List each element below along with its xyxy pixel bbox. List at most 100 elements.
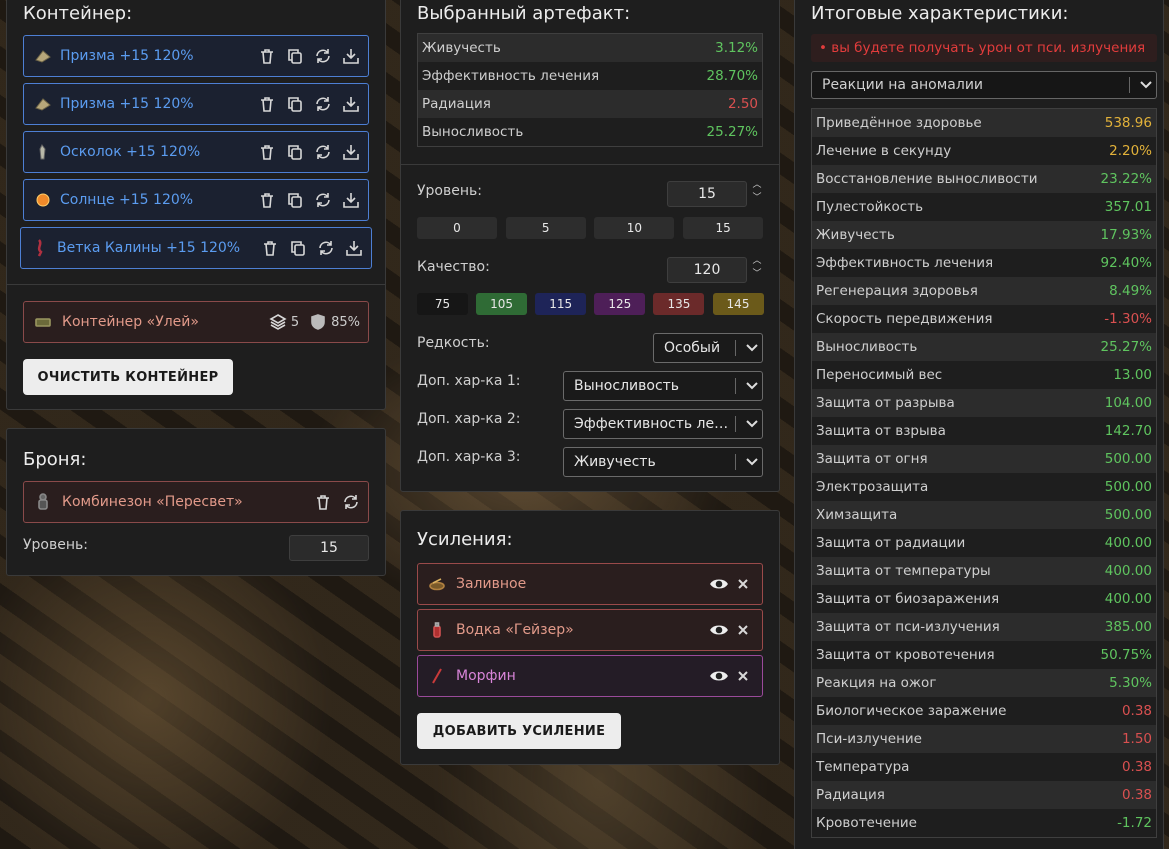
quality-label: Качество: [417,259,490,275]
artifact-slot[interactable]: Призма +15 120% [23,35,369,77]
boost-name: Водка «Гейзер» [456,622,574,638]
download-icon[interactable] [342,191,360,209]
stat-value: 0.38 [1121,787,1152,803]
close-icon[interactable] [734,621,752,639]
close-icon[interactable] [734,667,752,685]
total-stat-row: Защита от кровотечения 50.75% [812,641,1156,669]
artifact-slot[interactable]: Призма +15 120% [23,83,369,125]
rarity-select[interactable]: Особый [653,333,763,363]
stat-value: 13.00 [1113,367,1152,383]
totals-title: Итоговые характеристики: [811,3,1069,24]
artifact-slot[interactable]: Ветка Калины +15 120% [20,227,372,269]
totals-filter-value: Реакции на аномалии [822,77,984,93]
extra1-select[interactable]: Выносливость [563,371,763,401]
artifact-slot[interactable]: Солнце +15 120% [23,179,369,221]
copy-icon[interactable] [286,95,304,113]
artifact-level-input[interactable]: 15 [667,181,747,207]
eye-icon[interactable] [710,575,728,593]
download-icon[interactable] [342,47,360,65]
extra1-value: Выносливость [574,378,680,394]
artifact-slot-name: Солнце +15 120% [60,192,194,208]
trash-icon[interactable] [261,239,279,257]
eye-icon[interactable] [710,621,728,639]
download-icon[interactable] [342,95,360,113]
chevron-down-icon[interactable]: ﹀ [751,192,763,205]
quality-preset-button[interactable]: 105 [476,293,528,315]
boost-item[interactable]: Заливное [417,563,763,605]
copy-icon[interactable] [289,239,307,257]
quality-preset-button[interactable]: 135 [653,293,705,315]
armor-item[interactable]: Комбинезон «Пересвет» [23,481,369,523]
clear-container-button[interactable]: ОЧИСТИТЬ КОНТЕЙНЕР [23,359,233,395]
boost-name: Морфин [456,668,516,684]
stat-name: Защита от взрыва [816,423,946,439]
boosts-panel: Усиления: ДОБАВИТЬ УСИЛЕНИЕ Заливное Водк… [400,510,780,765]
copy-icon[interactable] [286,143,304,161]
total-stat-row: Пулестойкость 357.01 [812,193,1156,221]
trash-icon[interactable] [314,493,332,511]
total-stat-row: Защита от огня 500.00 [812,445,1156,473]
stat-name: Реакция на ожог [816,675,937,691]
artifact-slot-name: Призма +15 120% [60,96,194,112]
slot-actions [258,143,360,161]
chevron-up-icon[interactable]: ︿ [751,255,763,268]
download-icon[interactable] [342,143,360,161]
artifact-quality-input[interactable]: 120 [667,257,747,283]
stat-value: 25.27% [1100,339,1152,355]
quality-preset-button[interactable]: 145 [712,293,764,315]
extra3-select[interactable]: Живучесть [563,447,763,477]
artifact-panel: Выбранный артефакт: Живучесть 3.12% Эффект… [400,0,780,492]
total-stat-row: Скорость передвижения -1.30% [812,305,1156,333]
container-item[interactable]: Контейнер «Улей» 5 85% [23,301,369,343]
copy-icon[interactable] [286,47,304,65]
quality-preset-button[interactable]: 115 [535,293,587,315]
totals-filter-select[interactable]: Реакции на аномалии [811,71,1157,99]
add-boost-button[interactable]: ДОБАВИТЬ УСИЛЕНИЕ [417,713,621,749]
total-stat-row: Защита от биозаражения 400.00 [812,585,1156,613]
container-name: Контейнер «Улей» [62,314,199,330]
refresh-icon[interactable] [342,493,360,511]
boost-item[interactable]: Морфин [417,655,763,697]
stat-name: Электрозащита [816,479,929,495]
level-preset-button[interactable]: 0 [417,217,497,239]
total-stat-row: Пси-излучение 1.50 [812,725,1156,753]
close-icon[interactable] [734,575,752,593]
refresh-icon[interactable] [317,239,335,257]
refresh-icon[interactable] [314,191,332,209]
level-preset-button[interactable]: 5 [505,217,586,239]
extra2-label: Доп. хар-ка 2: [417,411,521,427]
artifact-slot[interactable]: Осколок +15 120% [23,131,369,173]
quality-preset-button[interactable]: 75 [417,293,468,315]
extra3-label: Доп. хар-ка 3: [417,449,521,465]
chevron-up-icon[interactable]: ︿ [751,179,763,192]
download-icon[interactable] [345,239,363,257]
artifact-stat-row: Живучесть 3.12% [418,34,762,62]
quality-stepper[interactable]: ︿ ﹀ [751,255,763,281]
level-preset-button[interactable]: 10 [594,217,675,239]
prism-icon [34,47,52,65]
copy-icon[interactable] [286,191,304,209]
level-preset-button[interactable]: 15 [683,217,764,239]
artifact-slot-name: Осколок +15 120% [60,144,201,160]
trash-icon[interactable] [258,95,276,113]
total-stat-row: Биологическое заражение 0.38 [812,697,1156,725]
eye-icon[interactable] [710,667,728,685]
armor-level-label: Уровень: [23,537,88,553]
armor-level-input[interactable]: 15 [289,535,369,561]
refresh-icon[interactable] [314,143,332,161]
boost-item[interactable]: Водка «Гейзер» [417,609,763,651]
refresh-icon[interactable] [314,95,332,113]
stat-name: Защита от биозаражения [816,591,1000,607]
quality-preset-button[interactable]: 125 [594,293,646,315]
extra2-select[interactable]: Эффективность лечения [563,409,763,439]
chevron-down-icon [742,458,762,466]
trash-icon[interactable] [258,143,276,161]
slot-actions [258,95,360,113]
chevron-down-icon [742,344,762,352]
level-stepper[interactable]: ︿ ﹀ [751,179,763,205]
trash-icon[interactable] [258,47,276,65]
chevron-down-icon[interactable]: ﹀ [751,268,763,281]
refresh-icon[interactable] [314,47,332,65]
trash-icon[interactable] [258,191,276,209]
boosts-title: Усиления: [417,529,513,550]
